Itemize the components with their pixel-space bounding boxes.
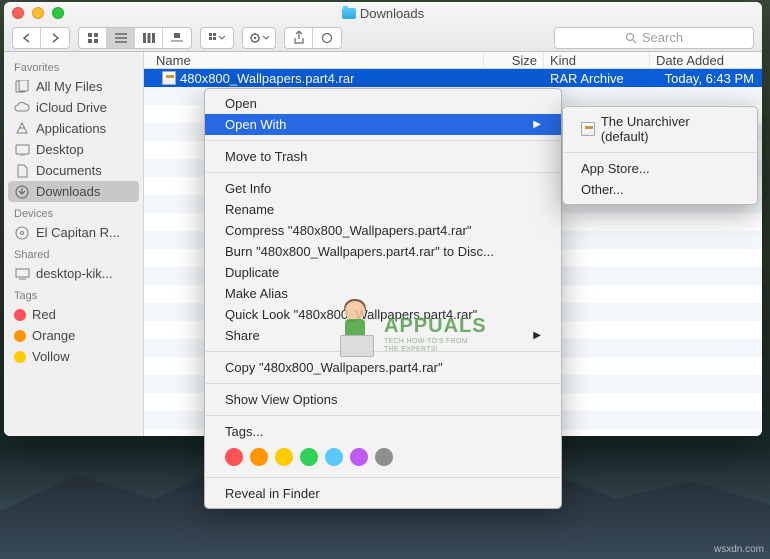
sidebar-tag-red[interactable]: Red — [4, 304, 143, 325]
search-placeholder: Search — [642, 30, 683, 45]
cloud-icon — [14, 101, 30, 115]
submenu-separator — [564, 152, 756, 153]
menu-burn[interactable]: Burn "480x800_Wallpapers.part4.rar" to D… — [205, 241, 561, 262]
column-size[interactable]: Size — [484, 52, 544, 68]
sidebar-tag-yellow[interactable]: Vollow — [4, 346, 143, 367]
column-headers: Name Size Kind Date Added — [144, 52, 762, 69]
toolbar: Search — [4, 24, 762, 51]
column-view-button[interactable] — [135, 28, 163, 48]
nav-buttons — [12, 27, 70, 49]
share-button[interactable] — [285, 28, 313, 48]
tag-dot-orange — [14, 330, 26, 342]
menu-alias[interactable]: Make Alias — [205, 283, 561, 304]
menu-view-options[interactable]: Show View Options — [205, 389, 561, 410]
sidebar-header-devices: Devices — [4, 202, 143, 222]
disk-icon — [14, 226, 30, 240]
menu-open[interactable]: Open — [205, 93, 561, 114]
apps-icon — [14, 122, 30, 136]
downloads-icon — [14, 185, 30, 199]
unarchiver-icon — [581, 122, 595, 136]
tag-red[interactable] — [225, 448, 243, 466]
menu-reveal[interactable]: Reveal in Finder — [205, 483, 561, 504]
column-name[interactable]: Name — [144, 52, 484, 68]
tag-yellow[interactable] — [275, 448, 293, 466]
menu-compress[interactable]: Compress "480x800_Wallpapers.part4.rar" — [205, 220, 561, 241]
pc-icon — [14, 267, 30, 281]
sidebar-header-tags: Tags — [4, 284, 143, 304]
tag-dot-yellow — [14, 351, 26, 363]
sidebar: Favorites All My Files iCloud Drive Appl… — [4, 52, 144, 436]
menu-copy[interactable]: Copy "480x800_Wallpapers.part4.rar" — [205, 357, 561, 378]
all-files-icon — [14, 80, 30, 94]
submenu-app-store[interactable]: App Store... — [563, 158, 757, 179]
titlebar-top: Downloads — [4, 2, 762, 24]
search-field[interactable]: Search — [554, 27, 754, 49]
column-kind[interactable]: Kind — [544, 52, 650, 68]
menu-separator — [206, 172, 560, 173]
menu-share[interactable]: Share▶ — [205, 325, 561, 346]
tags-button[interactable] — [313, 28, 341, 48]
forward-button[interactable] — [41, 28, 69, 48]
file-row-selected[interactable]: 480x800_Wallpapers.part4.rar RAR Archive… — [144, 69, 762, 87]
open-with-submenu: The Unarchiver (default) App Store... Ot… — [562, 106, 758, 205]
desktop-icon — [14, 143, 30, 157]
menu-separator — [206, 140, 560, 141]
action-button[interactable] — [242, 27, 276, 49]
window-title-text: Downloads — [360, 6, 424, 21]
submenu-arrow-icon: ▶ — [533, 330, 541, 341]
menu-separator — [206, 351, 560, 352]
sidebar-item-downloads[interactable]: Downloads — [8, 181, 139, 202]
sidebar-item-icloud[interactable]: iCloud Drive — [4, 97, 143, 118]
sidebar-item-desktop[interactable]: Desktop — [4, 139, 143, 160]
menu-get-info[interactable]: Get Info — [205, 178, 561, 199]
list-view-button[interactable] — [107, 28, 135, 48]
tag-orange[interactable] — [250, 448, 268, 466]
sidebar-header-favorites: Favorites — [4, 56, 143, 76]
tag-blue[interactable] — [325, 448, 343, 466]
menu-trash[interactable]: Move to Trash — [205, 146, 561, 167]
menu-open-with[interactable]: Open With▶ — [205, 114, 561, 135]
sidebar-header-shared: Shared — [4, 243, 143, 263]
sidebar-item-shared-pc[interactable]: desktop-kik... — [4, 263, 143, 284]
tag-gray[interactable] — [375, 448, 393, 466]
tag-dot-red — [14, 309, 26, 321]
submenu-arrow-icon: ▶ — [533, 119, 541, 130]
sidebar-item-disk[interactable]: El Capitan R... — [4, 222, 143, 243]
menu-rename[interactable]: Rename — [205, 199, 561, 220]
rar-file-icon — [162, 71, 176, 85]
source-attribution: wsxdn.com — [714, 544, 764, 555]
documents-icon — [14, 164, 30, 178]
arrange-button[interactable] — [200, 27, 234, 49]
sidebar-item-documents[interactable]: Documents — [4, 160, 143, 181]
menu-separator — [206, 415, 560, 416]
submenu-unarchiver[interactable]: The Unarchiver (default) — [563, 111, 757, 147]
column-date[interactable]: Date Added — [650, 52, 762, 68]
sidebar-item-all-my-files[interactable]: All My Files — [4, 76, 143, 97]
sidebar-item-applications[interactable]: Applications — [4, 118, 143, 139]
context-menu: Open Open With▶ Move to Trash Get Info R… — [204, 88, 562, 509]
menu-quick-look[interactable]: Quick Look "480x800_Wallpapers.part4.rar… — [205, 304, 561, 325]
coverflow-view-button[interactable] — [163, 28, 191, 48]
titlebar: Downloads Search — [4, 2, 762, 52]
tag-green[interactable] — [300, 448, 318, 466]
window-title: Downloads — [4, 6, 762, 21]
share-buttons — [284, 27, 342, 49]
tag-purple[interactable] — [350, 448, 368, 466]
downloads-folder-icon — [342, 8, 356, 19]
view-buttons — [78, 27, 192, 49]
search-icon — [625, 32, 637, 44]
icon-view-button[interactable] — [79, 28, 107, 48]
menu-tags-label: Tags... — [205, 421, 561, 442]
menu-separator — [206, 383, 560, 384]
sidebar-tag-orange[interactable]: Orange — [4, 325, 143, 346]
menu-duplicate[interactable]: Duplicate — [205, 262, 561, 283]
back-button[interactable] — [13, 28, 41, 48]
menu-separator — [206, 477, 560, 478]
menu-tags-row — [205, 442, 561, 472]
submenu-other[interactable]: Other... — [563, 179, 757, 200]
